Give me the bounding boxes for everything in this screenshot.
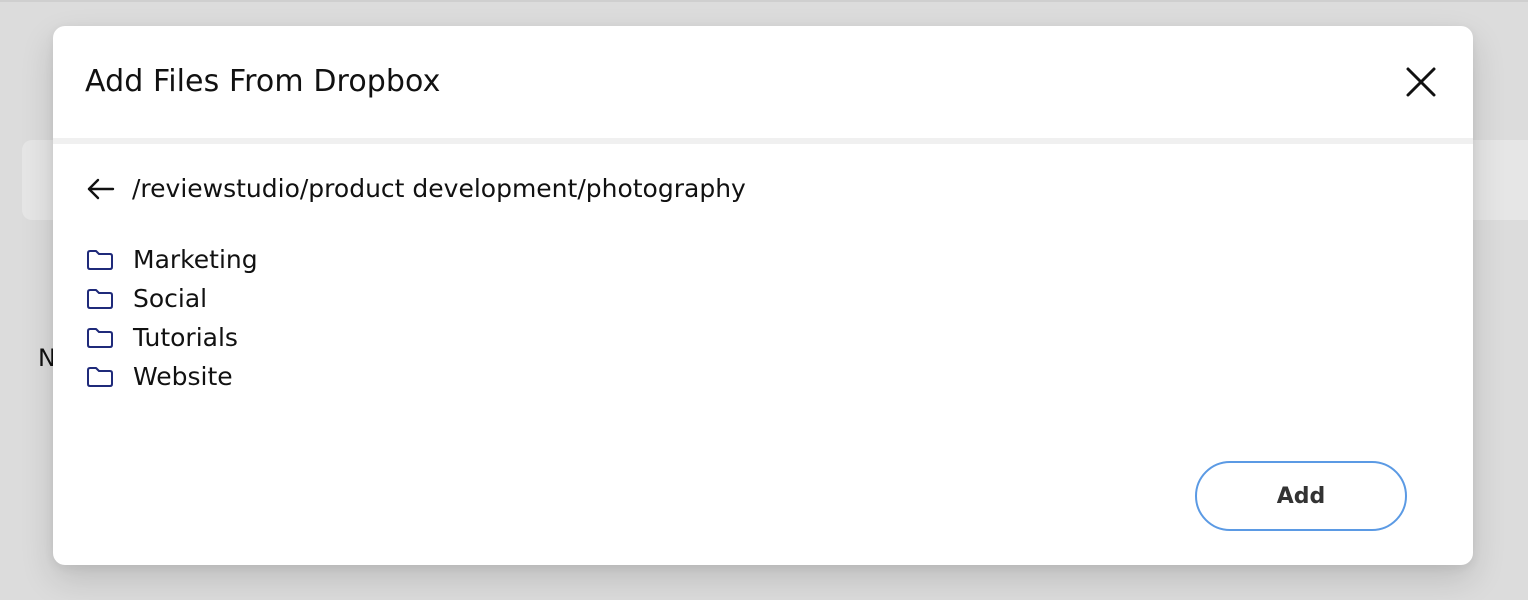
close-button[interactable] — [1401, 62, 1441, 102]
dialog-header: Add Files From Dropbox — [53, 26, 1473, 138]
header-divider — [53, 138, 1473, 144]
folder-item-marketing[interactable]: Marketing — [86, 240, 258, 279]
folder-label: Website — [133, 361, 233, 391]
arrow-left-icon — [87, 178, 115, 200]
folder-item-website[interactable]: Website — [86, 357, 258, 396]
folder-label: Marketing — [133, 244, 258, 274]
breadcrumb: /reviewstudio/product development/photog… — [86, 172, 746, 206]
folder-icon — [86, 326, 116, 350]
folder-icon — [86, 287, 116, 311]
folder-item-social[interactable]: Social — [86, 279, 258, 318]
folder-label: Social — [133, 283, 208, 313]
folder-icon — [86, 248, 116, 272]
back-button[interactable] — [86, 174, 116, 204]
add-button[interactable]: Add — [1195, 461, 1407, 531]
dialog-title: Add Files From Dropbox — [85, 64, 441, 99]
folder-list: Marketing Social Tutorials Website — [86, 240, 258, 396]
current-path: /reviewstudio/product development/photog… — [132, 174, 746, 203]
folder-label: Tutorials — [133, 322, 238, 352]
page-top-border — [0, 0, 1528, 2]
folder-item-tutorials[interactable]: Tutorials — [86, 318, 258, 357]
dropbox-dialog: Add Files From Dropbox /reviewstudio/pro… — [53, 26, 1473, 565]
close-icon — [1406, 67, 1436, 97]
folder-icon — [86, 365, 116, 389]
